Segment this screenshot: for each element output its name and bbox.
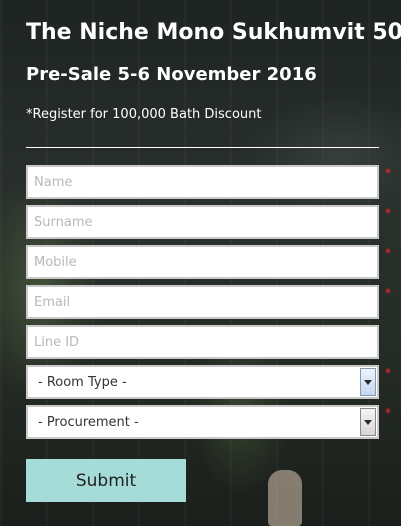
presale-dates: Pre-Sale 5-6 November 2016: [26, 64, 317, 85]
line-id-input[interactable]: [26, 325, 379, 359]
surname-input[interactable]: [26, 205, 379, 239]
registration-panel: The Niche Mono Sukhumvit 50 Pre-Sale 5-6…: [0, 0, 401, 526]
mobile-required-marker: *: [385, 246, 391, 260]
chevron-down-icon[interactable]: [360, 368, 376, 396]
room-type-select[interactable]: - Room Type -: [26, 365, 379, 399]
discount-note: *Register for 100,000 Bath Discount: [26, 107, 262, 122]
name-required-marker: *: [385, 166, 391, 180]
room-type-required-marker: *: [385, 366, 391, 380]
name-input[interactable]: [26, 165, 379, 199]
room-type-value: - Room Type -: [38, 374, 127, 390]
submit-button[interactable]: Submit: [26, 459, 186, 502]
procurement-required-marker: *: [385, 406, 391, 420]
email-required-marker: *: [385, 286, 391, 300]
page-title: The Niche Mono Sukhumvit 50: [26, 20, 401, 45]
surname-required-marker: *: [385, 206, 391, 220]
divider: [26, 147, 379, 148]
email-input[interactable]: [26, 285, 379, 319]
chevron-down-icon[interactable]: [360, 408, 376, 436]
procurement-value: - Procurement -: [38, 414, 139, 430]
procurement-select[interactable]: - Procurement -: [26, 405, 379, 439]
mobile-input[interactable]: [26, 245, 379, 279]
